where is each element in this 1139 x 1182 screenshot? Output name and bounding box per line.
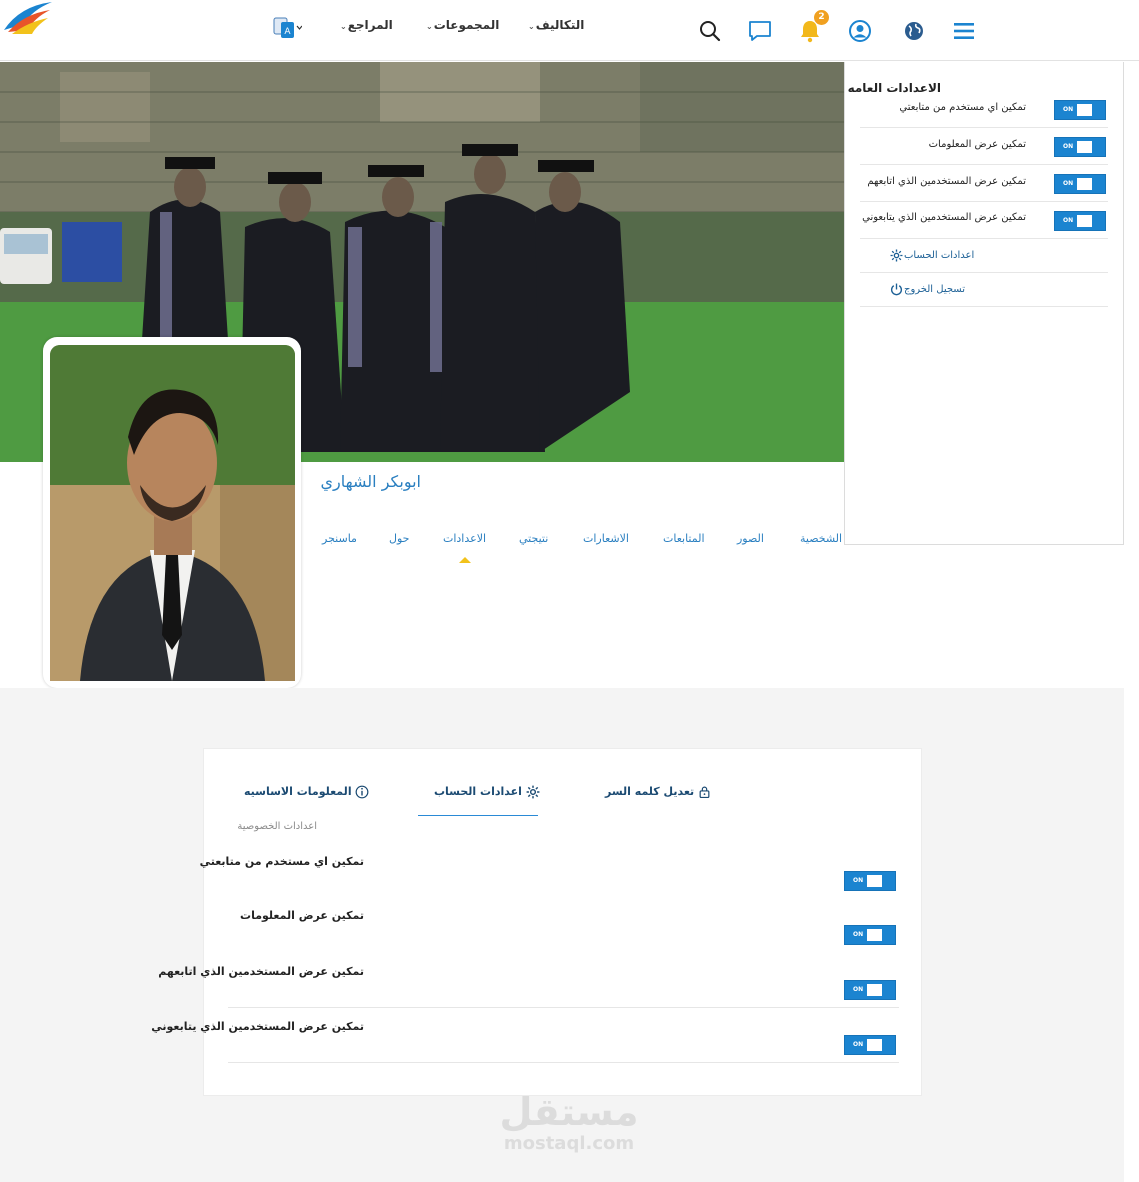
tab-photos[interactable]: الصور [737,532,764,545]
watermark-arabic: مستقل [499,1090,639,1134]
tab-label: تعديل كلمه السر [605,785,695,798]
dropdown-toggle-row: تمكين عرض المستخدمين الذي اتابعهم ON [860,166,1108,202]
toggle-state: ON [853,931,864,938]
show-info-toggle[interactable]: ON [1054,137,1106,157]
tab-account-settings[interactable]: اعدادات الحساب [434,785,540,799]
language-switcher[interactable]: A [272,16,303,40]
lock-icon [699,786,710,799]
tab-follows[interactable]: المتابعات [663,532,705,545]
chevron-down-icon: ⌄ [340,22,347,31]
show-following-toggle[interactable]: ON [1054,174,1106,194]
show-followers-toggle[interactable]: ON [1054,211,1106,231]
chat-icon[interactable] [748,19,772,43]
toggle-knob [1077,215,1092,227]
toggle-label: تمكين عرض المستخدمين الذي يتابعوني [862,212,1026,223]
nav-menu-references[interactable]: المراجع⌄ [340,18,393,32]
nav-menu-label: المجموعات [433,18,500,32]
toggle-knob [1077,141,1092,153]
svg-text:A: A [284,27,291,37]
watermark: مستقل mostaql.com [498,1090,640,1160]
power-icon [890,283,903,296]
show-following-toggle[interactable]: ON [844,980,896,1000]
dropdown-toggle-row: تمكين عرض المعلومات ON [860,129,1108,165]
top-navbar: A المراجع⌄ المجموعات⌄ التكاليف⌄ 2 [0,0,1139,61]
logout-label: تسجيل الخروج [904,284,966,295]
tab-basic-info[interactable]: المعلومات الاساسيه [244,785,369,799]
tab-messenger[interactable]: ماسنجر [322,532,357,545]
dropdown-toggle-row: تمكين عرض المستخدمين الذي يتابعوني ON [860,203,1108,239]
info-icon [356,785,369,799]
active-tab-indicator [459,557,471,563]
tab-personal[interactable]: الشخصية [800,532,842,545]
account-settings-label: اعدادات الحساب [904,250,975,261]
toggle-label: تمكين اي مستخدم من متابعتي [899,102,1026,113]
toggle-knob [867,984,882,996]
tab-about[interactable]: حول [389,532,409,545]
globe-icon[interactable] [902,19,926,43]
show-info-toggle[interactable]: ON [844,925,896,945]
tab-settings[interactable]: الاعدادات [443,532,486,545]
toggle-knob [867,929,882,941]
toggle-knob [867,1039,882,1051]
toggle-label: تمكين عرض المستخدمين الذي اتابعهم [867,176,1026,187]
toggle-state: ON [1063,217,1074,224]
active-tab-underline [418,815,538,816]
hamburger-menu-icon[interactable] [952,19,976,43]
profile-picture-frame [43,337,301,688]
toggle-label: تمكين عرض المعلومات [928,139,1026,150]
tab-notifications[interactable]: الاشعارات [583,532,629,545]
toggle-state: ON [853,986,864,993]
privacy-section-label: اعدادات الخصوصية [237,821,317,832]
toggle-state: ON [853,1041,864,1048]
tab-label: اعدادات الحساب [434,785,522,798]
toggle-state: ON [1063,180,1074,187]
setting-label: تمكين عرض المعلومات [240,909,364,922]
privacy-setting-row: تمكين عرض المعلومات ON [228,905,899,960]
setting-label: تمكين عرض المستخدمين الذي يتابعوني [151,1020,364,1033]
toggle-state: ON [1063,106,1074,113]
gear-icon [526,785,540,799]
tab-results[interactable]: نتيجتي [519,532,548,545]
profile-image [50,345,295,681]
nav-menu-label: المراجع [347,18,393,32]
follow-permission-toggle[interactable]: ON [1054,100,1106,120]
nav-menu-groups[interactable]: المجموعات⌄ [426,18,499,32]
gear-icon [890,249,903,262]
privacy-setting-row: تمكين عرض المستخدمين الذي يتابعوني ON [151,1008,899,1063]
user-icon[interactable] [848,19,872,43]
show-followers-toggle[interactable]: ON [844,1035,896,1055]
site-logo[interactable] [2,0,54,36]
search-icon[interactable] [698,19,722,43]
profile-picture[interactable] [50,345,295,681]
privacy-setting-row: تمكين اي مستخدم من متابعتي ON [200,851,899,906]
nav-menu-label: التكاليف [535,18,585,32]
toggle-state: ON [1063,143,1074,150]
toggle-knob [1077,104,1092,116]
profile-name: ابوبكر الشهاري [320,472,421,491]
tab-change-password[interactable]: تعديل كلمه السر [605,785,711,799]
logout-link[interactable]: تسجيل الخروج [860,273,1108,307]
tab-label: المعلومات الاساسيه [244,785,352,798]
privacy-setting-row: تمكين عرض المستخدمين الذي اتابعهم ON [158,953,899,1008]
setting-label: تمكين اي مستخدم من متابعتي [199,855,364,868]
notification-count-badge: 2 [814,10,829,25]
setting-label: تمكين عرض المستخدمين الذي اتابعهم [158,965,364,978]
watermark-latin: mostaql.com [503,1133,635,1154]
follow-permission-toggle[interactable]: ON [844,871,896,891]
chevron-down-icon: ⌄ [426,22,433,31]
nav-menu-costs[interactable]: التكاليف⌄ [528,18,584,32]
dropdown-toggle-row: تمكين اي مستخدم من متابعتي ON [860,92,1108,128]
chevron-down-icon: ⌄ [528,22,535,31]
settings-dropdown-panel: الاعدادات العامه تمكين اي مستخدم من متاب… [844,62,1124,545]
account-settings-link[interactable]: اعدادات الحساب [860,239,1108,273]
toggle-knob [867,875,882,887]
account-settings-card: المعلومات الاساسيه اعدادات الحساب تعديل … [151,748,922,1096]
translate-icon: A [273,17,303,38]
toggle-knob [1077,178,1092,190]
toggle-state: ON [853,877,864,884]
